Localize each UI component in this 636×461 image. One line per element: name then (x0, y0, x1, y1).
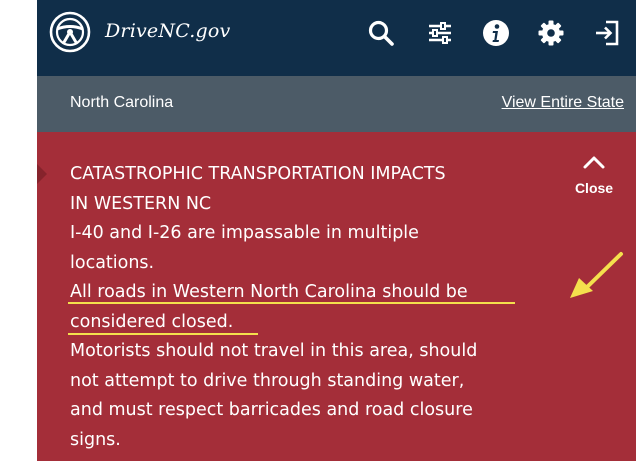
alert-line: I-40 and I-26 are impassable in multiple (70, 223, 419, 243)
region-bar: North Carolina View Entire State (37, 76, 636, 132)
view-entire-state-link[interactable]: View Entire State (502, 94, 624, 112)
top-navigation-bar: DriveNC.gov (37, 0, 636, 76)
highlight-underline (68, 302, 515, 304)
alert-line: signs. (70, 429, 121, 450)
close-alert-button[interactable]: Close (565, 154, 623, 202)
sign-in-icon[interactable] (593, 19, 621, 47)
app-frame: DriveNC.gov North Carolina View Entire S… (37, 0, 636, 461)
alert-line: and must respect barricades and road clo… (70, 400, 473, 420)
alert-line: Motorists should not travel in this area… (70, 341, 478, 361)
annotation-arrow-icon (570, 252, 623, 298)
filter-sliders-icon[interactable] (426, 19, 454, 47)
alert-line: IN WESTERN NC (70, 193, 212, 214)
search-icon[interactable] (367, 19, 395, 47)
gear-icon[interactable] (537, 19, 565, 47)
alert-banner: CATASTROPHIC TRANSPORTATION IMPACTS IN W… (37, 132, 636, 461)
info-icon[interactable] (482, 19, 510, 47)
highlight-underline (68, 333, 258, 335)
region-label: North Carolina (70, 94, 174, 111)
alert-notch (37, 164, 47, 184)
alert-message: CATASTROPHIC TRANSPORTATION IMPACTS IN W… (70, 160, 530, 455)
alert-line: locations. (70, 252, 155, 273)
alert-line: CATASTROPHIC TRANSPORTATION IMPACTS (70, 164, 446, 184)
alert-line: not attempt to drive through standing wa… (70, 370, 465, 391)
chevron-up-icon (583, 156, 605, 169)
close-label: Close (574, 180, 614, 196)
steering-wheel-logo-icon[interactable] (49, 11, 91, 53)
site-brand-name[interactable]: DriveNC.gov (105, 20, 230, 42)
